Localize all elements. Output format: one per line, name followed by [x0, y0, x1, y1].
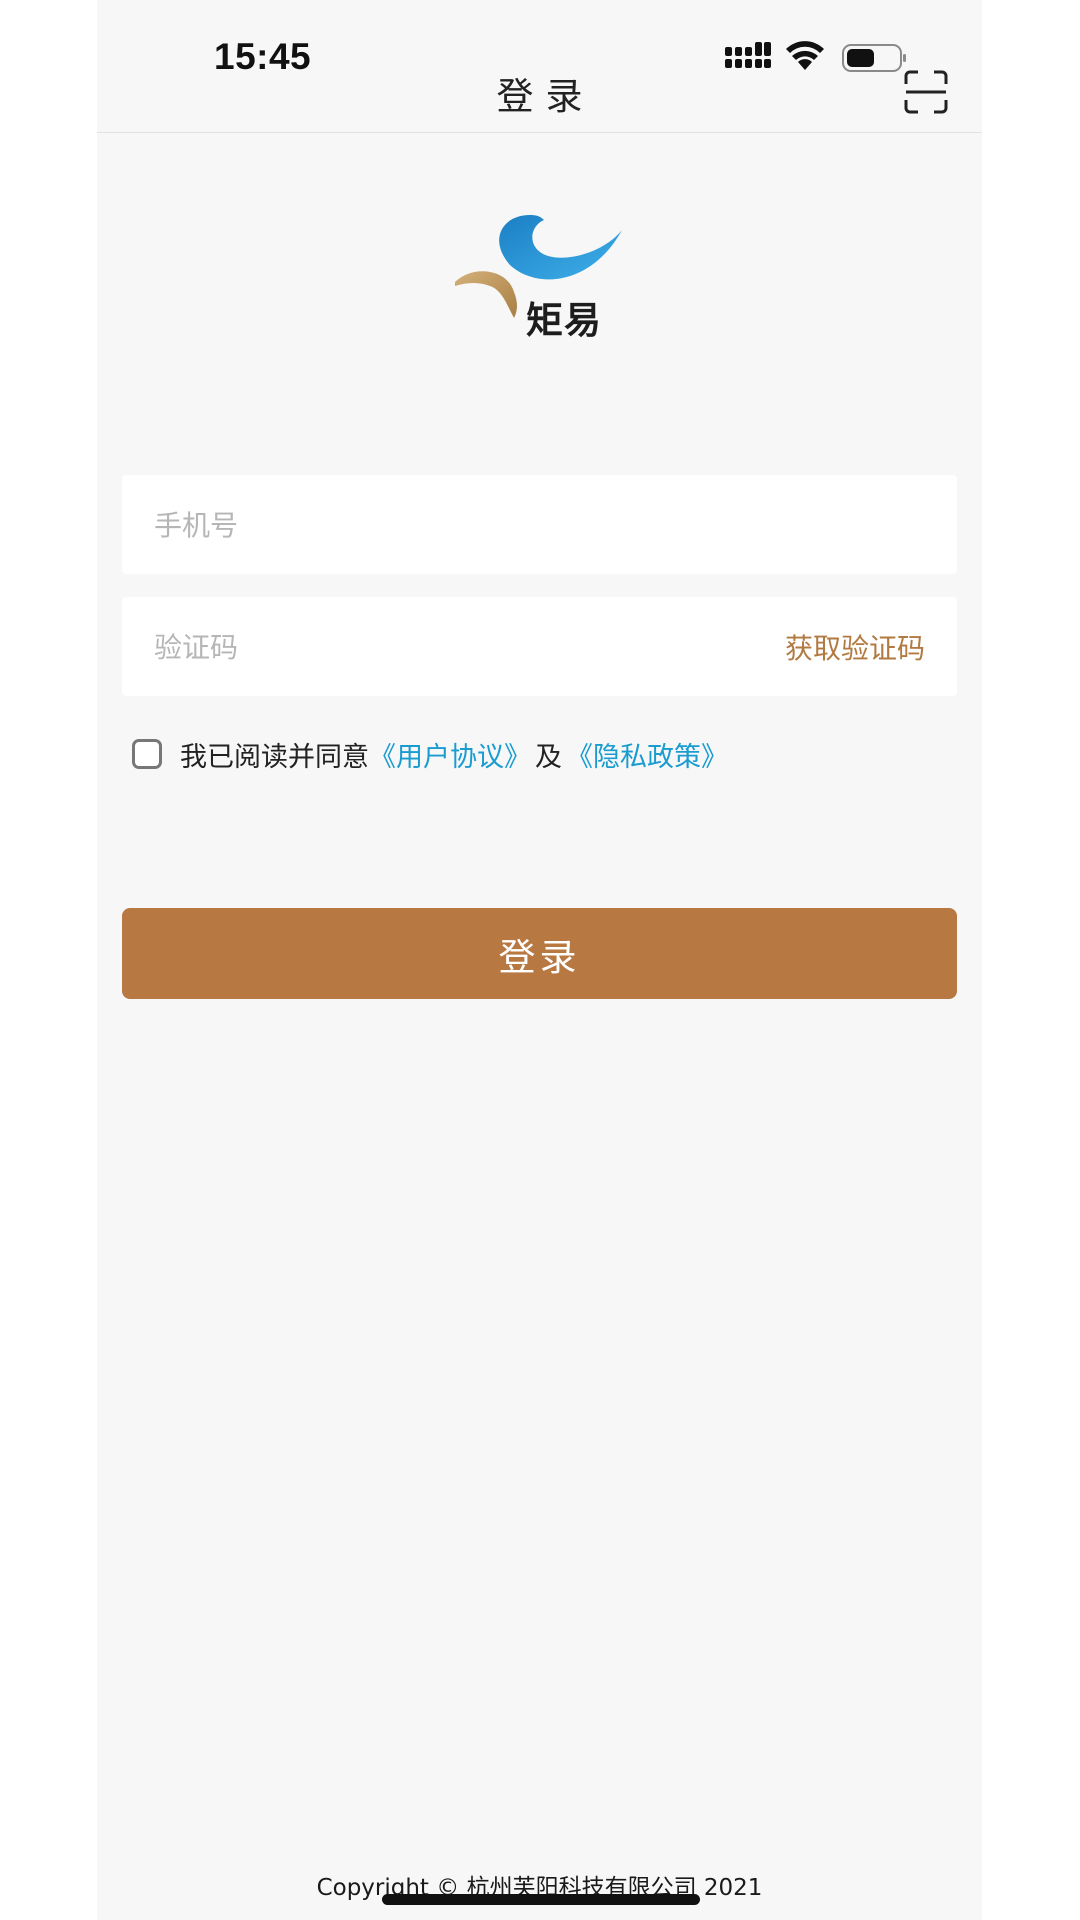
verification-code-input[interactable] — [152, 597, 716, 698]
status-and-nav-bar: 15:45 登录 — [97, 0, 982, 133]
agreement-row: 我已阅读并同意 《用户协议》 及 《隐私政策》 — [132, 734, 728, 774]
agreement-prefix: 我已阅读并同意 — [180, 741, 369, 773]
scan-icon[interactable] — [904, 70, 948, 114]
code-field: 获取验证码 — [122, 597, 957, 698]
brand-name: 矩易 — [526, 299, 602, 342]
login-screen: 15:45 登录 矩易 手机号 验证码 获取验证码 我已阅读并同意 《用户协议》… — [97, 0, 982, 1920]
user-agreement-link[interactable]: 《用户协议》 — [369, 735, 531, 774]
page-title: 登录 — [496, 75, 595, 118]
agreement-and: 及 — [535, 741, 562, 773]
privacy-policy-link[interactable]: 《隐私政策》 — [566, 735, 728, 774]
login-button[interactable]: 登录 — [122, 908, 957, 999]
agreement-checkbox[interactable] — [132, 739, 162, 769]
home-indicator — [382, 1894, 700, 1905]
phone-input[interactable] — [152, 475, 716, 576]
get-code-button[interactable]: 获取验证码 — [785, 627, 925, 667]
phone-field — [122, 475, 957, 576]
